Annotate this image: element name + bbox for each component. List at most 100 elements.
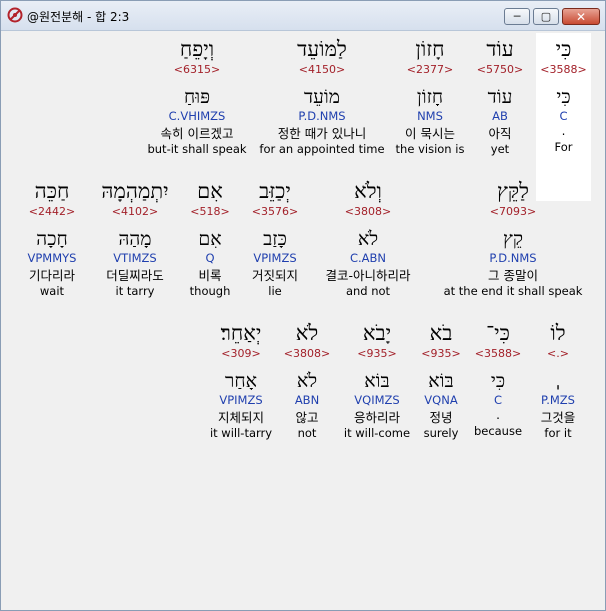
word-column[interactable]: יְכַזֵּב <3576> כָּזַב VPIMZS 거짓되지 lie [241,179,309,299]
korean-gloss: 속히 이르겠고 [160,126,234,141]
hebrew-word: חָזוֹן [415,37,445,61]
hebrew-word: בֹא [429,321,453,345]
lemma: עוֹד [487,86,513,108]
word-column[interactable]: חָזוֹן <2377> חָזוֹן NMS 이 묵시는 the visio… [386,37,474,157]
word-column[interactable]: חַכֵּה <2442> חָכָה VPMMYS 기다리라 wait [17,179,87,299]
english-gloss: surely [423,426,459,440]
lemma: אָחַר [225,370,257,392]
english-gloss: yet [490,142,510,156]
strong-number[interactable]: <.> [532,347,584,361]
morphology-code: NMS [417,109,443,123]
english-gloss: it will-come [343,426,411,440]
strong-number[interactable]: <3588> [536,63,591,77]
korean-gloss: 그 종말이 [488,268,538,283]
lemma: אִם [198,228,222,250]
word-column[interactable]: לַמּוֹעֵד <4150> מוֹעֵד P.D.NMS 정한 때가 있나… [257,37,387,157]
hebrew-word: לֹא [295,321,319,345]
strong-number[interactable]: <5750> [470,63,530,77]
minimize-button[interactable]: ─ [504,8,530,25]
english-gloss: not [297,426,317,440]
strong-number[interactable]: <935> [415,347,467,361]
strong-number[interactable]: <3588> [467,347,529,361]
strong-number[interactable]: <309> [205,347,277,361]
morphology-code: P.MZS [541,393,575,407]
english-gloss: lie [268,284,282,298]
hebrew-word: וְיָפֵחַ [179,37,215,61]
korean-gloss: 정한 때가 있나니 [277,126,367,141]
word-column[interactable]: וְלֹא <3808> לֹא C.ABN 결코-아니하리라 and not [313,179,423,299]
strong-number[interactable]: <3808> [281,347,333,361]
morphology-code: P.D.NMS [298,109,346,123]
korean-gloss: 결코-아니하리라 [325,268,411,283]
korean-gloss: 비록 [198,268,222,283]
hebrew-word: כִּי־ [486,321,510,345]
word-column[interactable]: כִּי <3588> כִּי C . For [536,37,591,155]
hebrew-word: עוֹד [486,37,514,61]
word-column[interactable]: בֹא <935> בּוֹא VQNA 정녕 surely [415,321,467,441]
korean-gloss: 더딜찌라도 [106,268,164,283]
korean-gloss: . [496,408,500,422]
word-column[interactable]: אִם <518> אִם Q 비록 though [185,179,235,299]
lemma: מָהַהּ [118,228,152,250]
app-window: @원전분해 - 합 2:3 ─ ▢ ✕ כִּי <3588> כִּי C .… [0,0,606,611]
korean-gloss: 기다리라 [28,268,75,283]
hebrew-word: לוֹ [550,321,566,345]
strong-number[interactable]: <6315> [141,63,253,77]
title-bar[interactable]: @원전분해 - 합 2:3 ─ ▢ ✕ [1,1,605,31]
maximize-button[interactable]: ▢ [533,8,559,25]
hebrew-word: לַקֵּץ [496,179,529,203]
english-gloss: for an appointed time [259,142,385,156]
close-icon: ✕ [575,9,587,24]
strong-number[interactable]: <7093> [439,205,587,219]
morphology-code: ABN [294,393,320,407]
strong-number[interactable]: <4150> [257,63,387,77]
korean-gloss: 않고 [295,410,319,425]
morphology-code: VPIMZS [219,393,263,407]
morphology-code: C.VHIMZS [168,109,226,123]
word-column[interactable]: יִתְמַהְמָהּ <4102> מָהַהּ VTIMZS 더딜찌라도 … [91,179,179,299]
morphology-code: VQIMZS [354,393,400,407]
korean-gloss: 거짓되지 [251,268,298,283]
english-gloss: at the end it shall speak [443,284,583,298]
english-gloss: the vision is [395,142,465,156]
word-column[interactable]: עוֹד <5750> עוֹד AB 아직 yet [470,37,530,157]
korean-gloss: 지체되지 [217,410,264,425]
word-column[interactable]: לוֹ <.> ˌ P.MZS 그것을 for it [532,321,584,441]
lemma: כָּזַב [263,228,287,250]
hebrew-word: אִם [197,179,223,203]
word-column[interactable]: וְיָפֵחַ <6315> פּוּחַ C.VHIMZS 속히 이르겠고 … [141,37,253,157]
english-gloss: it tarry [115,284,155,298]
strong-number[interactable]: <2377> [386,63,474,77]
lemma: כִּי [556,86,571,108]
strong-number[interactable]: <4102> [91,205,179,219]
strong-number[interactable]: <935> [339,347,415,361]
korean-gloss: 정녕 [429,410,453,425]
lemma: ˌ [555,370,561,392]
korean-gloss: 그것을 [540,410,576,425]
korean-gloss: . [561,124,566,138]
english-gloss: though [189,284,231,298]
word-column[interactable]: יָבֹא <935> בּוֹא VQIMZS 응하리라 it will-co… [339,321,415,441]
strong-number[interactable]: <2442> [17,205,87,219]
word-column[interactable]: לֹא <3808> לֹא ABN 않고 not [281,321,333,441]
morphology-code: C [559,109,568,123]
hebrew-word: חַכֵּה [34,179,70,203]
word-column[interactable]: לַקֵּץ <7093> קֵץ P.D.NMS 그 종말이 at the e… [439,179,587,299]
english-gloss: but-it shall speak [147,142,247,156]
english-gloss: For [554,140,573,154]
lemma: קֵץ [502,228,524,250]
minimize-icon: ─ [513,10,521,23]
maximize-icon: ▢ [540,10,552,23]
morphology-code: AB [492,109,508,123]
english-gloss: wait [39,284,65,298]
lemma: לֹא [357,228,379,250]
strong-number[interactable]: <3808> [313,205,423,219]
window-title: @원전분해 - 합 2:3 [27,10,130,24]
word-column[interactable]: יְאַחֵר׃ <309> אָחַר VPIMZS 지체되지 it will… [205,321,277,441]
close-button[interactable]: ✕ [562,8,600,25]
strong-number[interactable]: <3576> [241,205,309,219]
morphology-code: VTIMZS [113,251,157,265]
strong-number[interactable]: <518> [185,205,235,219]
word-column[interactable]: כִּי־ <3588> כִּי C . because [467,321,529,439]
hebrew-word: לַמּוֹעֵד [297,37,347,61]
